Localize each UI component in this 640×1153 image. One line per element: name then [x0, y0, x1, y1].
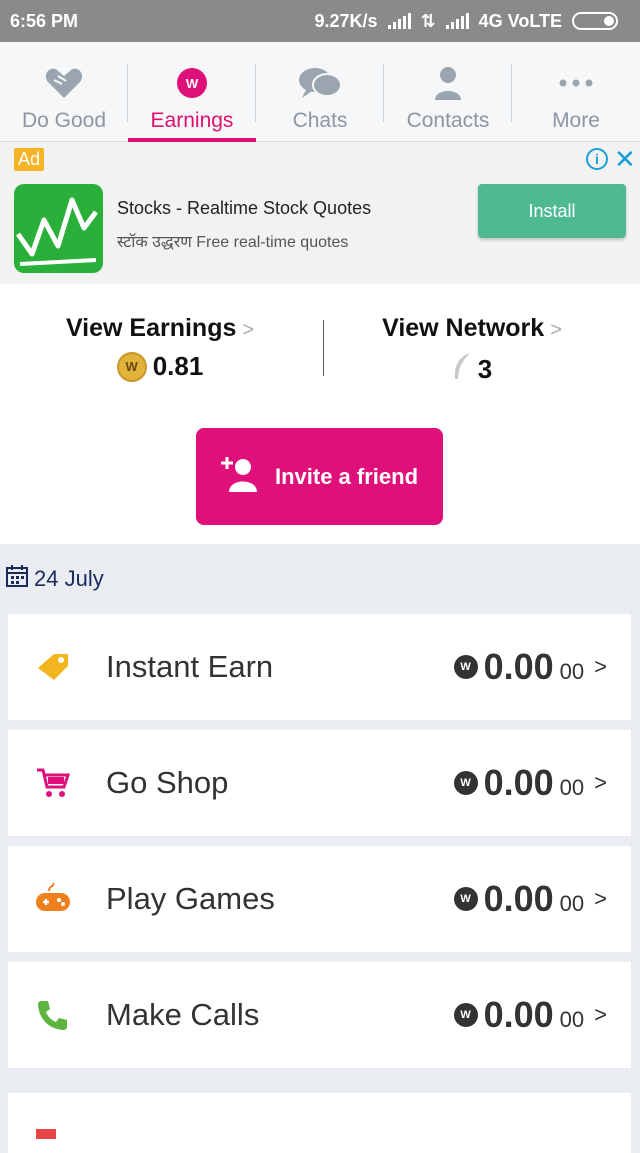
tab-contacts[interactable]: Contacts [384, 42, 512, 141]
stock-chart-icon [14, 184, 103, 273]
view-earnings-label: View Earnings [65, 314, 237, 342]
tab-bar: Do Good W Earnings Chats Contacts More [0, 42, 640, 142]
heart-hands-icon [44, 63, 84, 103]
close-icon[interactable]: ✕ [614, 144, 636, 175]
svg-text:W: W [186, 76, 199, 91]
tab-label: More [552, 109, 600, 132]
chat-bubbles-icon [298, 63, 342, 103]
item-decimals: 00 [559, 891, 585, 916]
item-amount: 0.00 [483, 878, 554, 919]
item-amount: 0.00 [483, 762, 554, 803]
item-decimals: 00 [559, 1007, 585, 1032]
view-earnings[interactable]: View Earnings > W 0.81 [0, 314, 320, 382]
data-transfer-icon: ⇅ [420, 10, 436, 31]
add-user-icon [220, 456, 259, 498]
w-coin-icon: W [453, 655, 478, 679]
tab-label: Chats [292, 109, 348, 132]
chevron-right-icon: > [594, 770, 607, 795]
tab-label: Do Good [21, 109, 107, 132]
list-item-go-shop[interactable]: Go Shop W 0.00 00 > [8, 730, 631, 836]
battery-icon [572, 12, 618, 30]
date-header: 24 July [0, 544, 640, 614]
item-label: Make Calls [106, 997, 260, 1032]
item-label: Instant Earn [106, 649, 274, 684]
chevron-right-icon: > [594, 654, 607, 679]
status-bar: 6:56 PM 9.27K/s ⇅ 4G VoLTE [0, 0, 640, 42]
list-item-instant-earn[interactable]: Instant Earn W 0.00 00 > [8, 614, 631, 720]
view-network[interactable]: View Network > 3 [312, 314, 632, 388]
tab-more[interactable]: More [512, 42, 640, 141]
ad-banner[interactable]: Ad Stocks - Realtime Stock Quotes स्टॉक … [0, 142, 640, 284]
w-coin-icon: W [176, 63, 208, 103]
w-coin-icon: W [116, 351, 147, 382]
tab-earnings[interactable]: W Earnings [128, 42, 256, 142]
signal-2-icon [445, 13, 469, 29]
earnings-summary: View Earnings > W 0.81 View Network > 3 Inv… [0, 284, 640, 544]
w-coin-icon: W [453, 771, 478, 795]
list-item-make-calls[interactable]: Make Calls W 0.00 00 > [8, 962, 631, 1068]
tab-chats[interactable]: Chats [256, 42, 384, 141]
invite-friend-button[interactable]: Invite a friend [196, 428, 443, 525]
w-coin-icon: W [453, 887, 478, 911]
cart-icon [8, 767, 98, 799]
list-item-partial[interactable] [8, 1093, 631, 1153]
tag-icon [8, 652, 98, 682]
network-type: 4G VoLTE [478, 10, 562, 31]
item-amount: 0.00 [483, 994, 554, 1035]
status-time: 6:56 PM [10, 10, 79, 31]
item-label: Go Shop [106, 765, 229, 800]
w-coin-icon: W [453, 1003, 478, 1027]
signal-icon [387, 13, 411, 29]
person-icon [433, 63, 463, 103]
ad-badge: Ad [14, 148, 45, 171]
network-value: 3 [477, 354, 493, 384]
chevron-right-icon: > [594, 886, 607, 911]
calendar-icon [6, 565, 28, 593]
item-decimals: 00 [559, 775, 585, 800]
tab-divider [127, 64, 128, 122]
chevron-right-icon: > [594, 1002, 607, 1027]
tab-label: Contacts [406, 109, 490, 132]
list-item-play-games[interactable]: Play Games W 0.00 00 > [8, 846, 631, 952]
install-button[interactable]: Install [478, 184, 626, 238]
phone-icon [8, 999, 98, 1031]
tab-do-good[interactable]: Do Good [0, 42, 128, 141]
tab-divider [383, 64, 384, 122]
date-label: 24 July [34, 566, 104, 591]
item-label: Play Games [106, 881, 275, 916]
more-dots-icon [558, 63, 594, 103]
status-indicators: 9.27K/s ⇅ 4G VoLTE [315, 11, 618, 32]
gamepad-icon [8, 883, 98, 915]
tab-divider [511, 64, 512, 122]
info-icon[interactable]: i [586, 148, 608, 170]
chevron-right-icon: > [550, 319, 562, 341]
feather-icon [452, 351, 472, 388]
item-decimals: 00 [559, 659, 585, 684]
tab-divider [255, 64, 256, 122]
ad-title: Stocks - Realtime Stock Quotes [117, 198, 372, 218]
chevron-right-icon: > [242, 319, 255, 341]
view-network-label: View Network [382, 314, 545, 342]
item-amount: 0.00 [483, 646, 554, 687]
earnings-value: 0.81 [152, 351, 204, 381]
network-speed: 9.27K/s [314, 10, 378, 31]
ad-subtitle: स्टॉक उद्धरण Free real-time quotes [117, 234, 349, 251]
invite-friend-label: Invite a friend [274, 463, 419, 489]
tab-label: Earnings [150, 109, 234, 132]
